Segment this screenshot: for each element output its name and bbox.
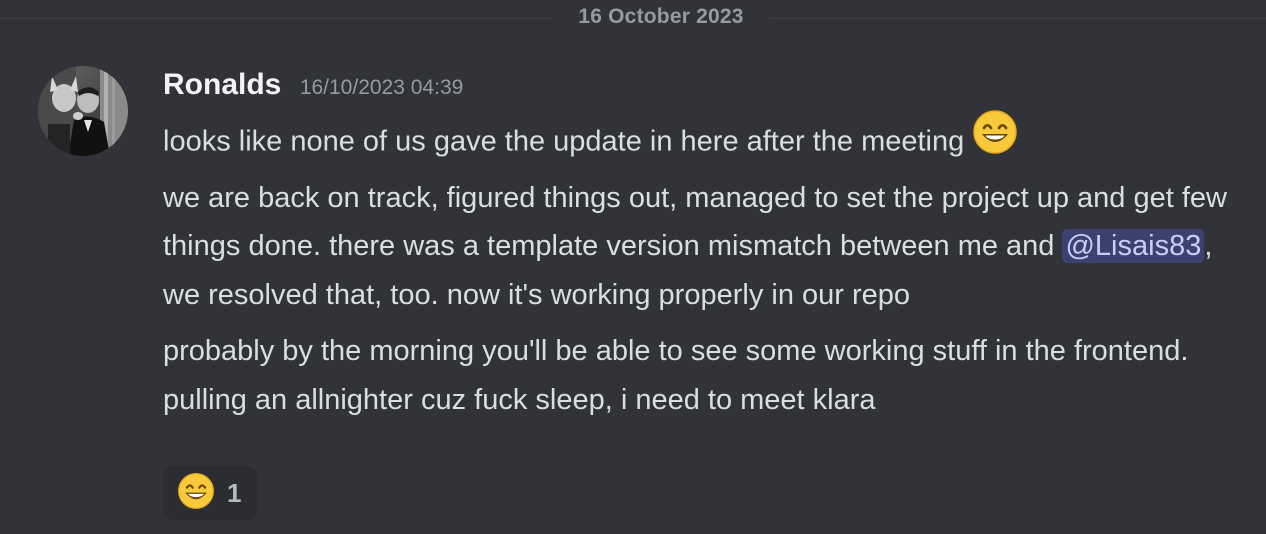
- message-paragraph: looks like none of us gave the update in…: [163, 109, 1253, 319]
- grinning-emoji-icon: [972, 109, 1018, 171]
- chat-message: Ronalds 16/10/2023 04:39 looks like none…: [0, 58, 1266, 534]
- reaction-count: 1: [227, 477, 242, 508]
- username[interactable]: Ronalds: [163, 68, 281, 101]
- divider-line-right: [770, 18, 1266, 19]
- avatar[interactable]: [38, 66, 128, 156]
- message-header: Ronalds 16/10/2023 04:39: [163, 68, 463, 108]
- message-text: probably by the morning you'll be able t…: [163, 335, 1189, 416]
- reaction-button[interactable]: 1: [163, 466, 258, 520]
- user-mention[interactable]: @Lisais83: [1062, 229, 1205, 263]
- divider-line-left: [0, 18, 552, 19]
- divider-date: 16 October 2023: [578, 5, 744, 28]
- message-timestamp: 16/10/2023 04:39: [299, 76, 464, 99]
- message-paragraph: probably by the morning you'll be able t…: [163, 327, 1253, 424]
- message-content: looks like none of us gave the update in…: [163, 109, 1253, 424]
- date-divider: 16 October 2023: [0, 0, 1266, 36]
- grinning-emoji-icon: [177, 472, 215, 515]
- reactions-bar: 1: [163, 466, 258, 520]
- message-text: looks like none of us gave the update in…: [163, 125, 965, 158]
- avatar-photo: [38, 66, 128, 156]
